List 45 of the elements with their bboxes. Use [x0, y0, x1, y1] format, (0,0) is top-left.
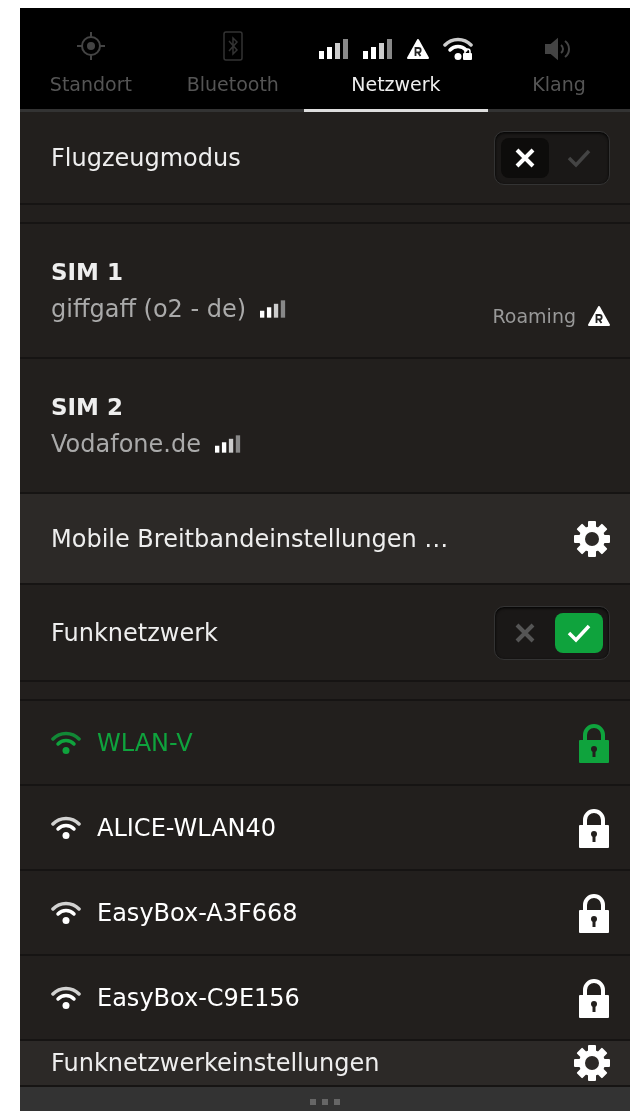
setting-label: Flugzeugmodus — [51, 143, 242, 172]
padlock-icon — [578, 977, 610, 1018]
setting-label: Funknetzwerk — [51, 618, 219, 647]
settings-label: Funknetzwerkeinstellungen — [51, 1049, 381, 1077]
network-name: EasyBox-A3F668 — [97, 898, 299, 927]
toggle-switch[interactable] — [494, 605, 610, 660]
sim-name: SIM 1 — [51, 258, 125, 285]
operator-name: giffgaff (o2 - de) — [51, 294, 247, 323]
wifi-icon — [51, 985, 81, 1010]
wifi-icon — [51, 900, 81, 925]
roaming-label: Roaming — [492, 305, 576, 327]
wifi-icon — [51, 730, 81, 755]
sim-name: SIM 2 — [51, 393, 125, 420]
checkmark-icon — [567, 147, 591, 168]
toggle-switch[interactable] — [494, 130, 610, 185]
settings-row[interactable]: Funknetzwerkeinstellungen — [20, 1041, 630, 1085]
signal-bars-icon — [318, 39, 349, 59]
padlock-icon — [578, 892, 610, 933]
cross-icon — [514, 146, 536, 169]
settings-icon — [574, 1045, 610, 1081]
location-crosshair-icon — [75, 31, 106, 61]
padlock-icon — [578, 807, 610, 848]
network-row[interactable]: ALICE-WLAN40 — [20, 786, 630, 869]
network-row[interactable]: WLAN-V — [20, 701, 630, 784]
network-row[interactable]: EasyBox-C9E156 — [20, 956, 630, 1039]
signal-bars-icon — [362, 39, 393, 59]
roaming-icon — [406, 39, 429, 59]
network-row[interactable]: EasyBox-A3F668 — [20, 871, 630, 954]
operator-name: Vodafone.de — [51, 429, 201, 458]
wifi-icon — [51, 815, 81, 840]
signal-bars-icon — [214, 433, 241, 454]
network-name: ALICE-WLAN40 — [97, 813, 278, 842]
cross-icon — [514, 621, 536, 644]
settings-icon — [574, 520, 610, 557]
network-name: EasyBox-C9E156 — [97, 983, 301, 1012]
padlock-icon — [578, 722, 610, 763]
bluetooth-icon — [222, 31, 243, 61]
roaming-icon — [588, 306, 610, 326]
settings-label: Mobile Breitbandeinstellungen … — [51, 524, 450, 553]
checkmark-icon — [567, 622, 591, 643]
wifi-lock-icon — [442, 37, 473, 61]
signal-bars-icon — [260, 298, 287, 319]
network-name: WLAN-V — [97, 728, 194, 757]
settings-row[interactable]: Mobile Breitbandeinstellungen … — [20, 494, 630, 583]
handle-dots-icon[interactable] — [310, 1098, 340, 1105]
